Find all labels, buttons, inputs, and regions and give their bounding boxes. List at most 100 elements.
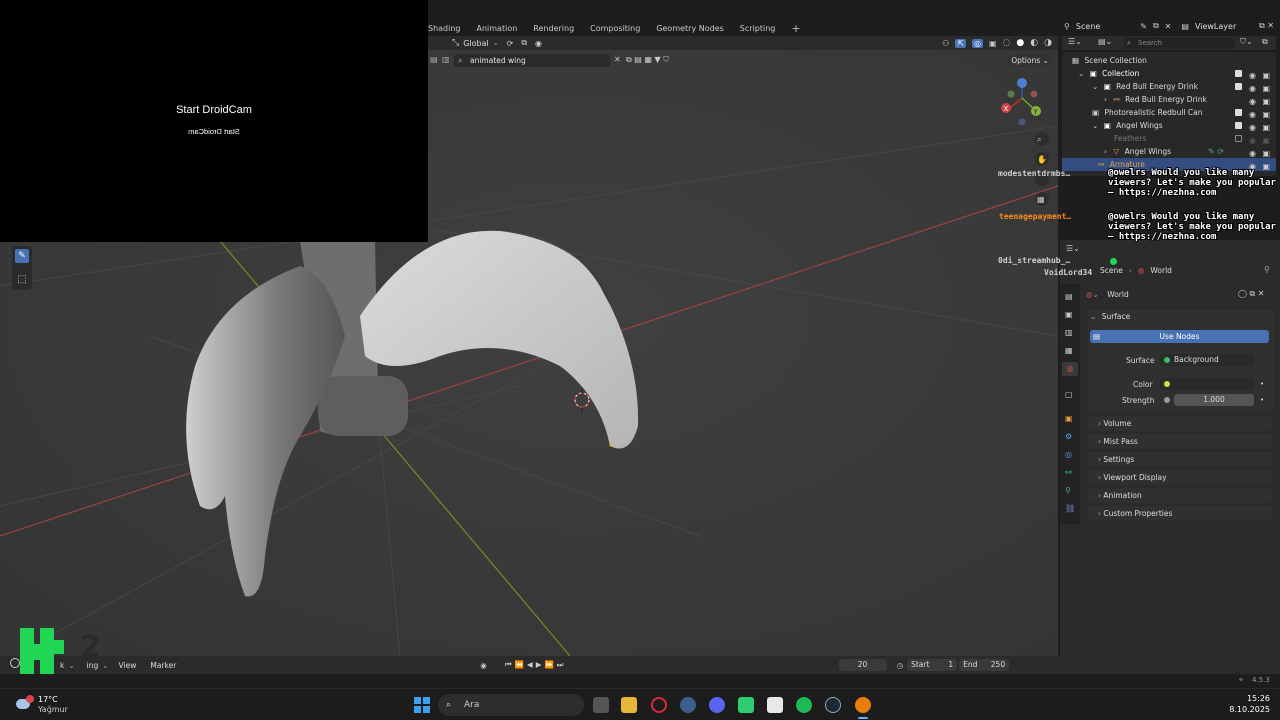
output-tab-icon[interactable]: ▥ bbox=[1065, 328, 1073, 337]
outliner-row[interactable]: Feathers ◉ ▣ bbox=[1062, 132, 1276, 145]
object-data-tab-icon[interactable]: ⚲ bbox=[1065, 486, 1071, 495]
add-workspace-icon[interactable]: + bbox=[791, 22, 800, 35]
expand-arrow-icon[interactable]: ⌄ bbox=[1092, 121, 1098, 130]
exclude-checkbox[interactable] bbox=[1235, 83, 1242, 90]
world-tab-icon[interactable]: ◍ bbox=[1062, 362, 1078, 376]
expand-arrow-icon[interactable]: ⌄ bbox=[1092, 82, 1098, 91]
discord-icon[interactable] bbox=[709, 697, 725, 713]
network-app-icon[interactable] bbox=[680, 697, 696, 713]
physics-tab-icon[interactable]: ⚯ bbox=[1065, 468, 1072, 477]
settings-panel[interactable]: › Settings bbox=[1088, 452, 1272, 467]
outliner-row[interactable]: ▣ Photorealistic Redbull Can ◉ ▣ bbox=[1062, 106, 1276, 119]
snap-icon[interactable]: ⧉ bbox=[521, 38, 527, 48]
filter-icon[interactable]: ⛉⌄ bbox=[1240, 37, 1253, 47]
display-mode-icon[interactable]: ▤⌄ bbox=[1098, 37, 1112, 46]
taskbar-search-input[interactable]: ⌕ Ara bbox=[438, 694, 584, 716]
view-layer-tab-icon[interactable]: ▦ bbox=[1065, 346, 1073, 355]
transform-orientation-select[interactable]: Global bbox=[463, 39, 489, 48]
annotate-tool-icon[interactable]: ✎ bbox=[15, 249, 29, 263]
constraints-tab-icon[interactable]: ⛓ bbox=[1065, 504, 1075, 513]
start-frame-field[interactable]: Start 1 bbox=[907, 659, 958, 671]
surface-shader-select[interactable]: Background bbox=[1160, 354, 1254, 366]
rendered-shading-icon[interactable]: ◑ bbox=[1044, 38, 1052, 48]
outliner-search-input[interactable]: ⌕ Search bbox=[1124, 37, 1234, 49]
tab-scripting[interactable]: Scripting bbox=[740, 24, 776, 33]
solid-shading-icon[interactable]: ● bbox=[1016, 38, 1024, 48]
wireframe-shading-icon[interactable]: ◌ bbox=[1003, 38, 1011, 48]
end-frame-field[interactable]: End 250 bbox=[959, 659, 1010, 671]
remove-scene-icon[interactable]: ✕ bbox=[1165, 22, 1172, 31]
tab-rendering[interactable]: Rendering bbox=[533, 24, 574, 33]
collection-tab-icon[interactable]: ▢ bbox=[1065, 390, 1073, 399]
keyframe-icon[interactable]: • bbox=[1260, 396, 1264, 404]
spotify-icon[interactable] bbox=[796, 697, 812, 713]
material-shading-icon[interactable]: ◐ bbox=[1030, 38, 1038, 48]
color-field[interactable] bbox=[1160, 378, 1254, 390]
exclude-checkbox[interactable] bbox=[1235, 109, 1242, 116]
outliner-row[interactable]: ⌄ ▣ Angel Wings ◉ ▣ bbox=[1062, 119, 1276, 132]
task-view-icon[interactable] bbox=[593, 697, 609, 713]
xray-icon[interactable]: ▣ bbox=[989, 39, 997, 48]
outliner-row[interactable]: › ⚯ Red Bull Energy Drink ◉ ▣ bbox=[1062, 93, 1276, 106]
tab-compositing[interactable]: Compositing bbox=[590, 24, 640, 33]
editor-type-icon[interactable]: ▤ bbox=[430, 55, 438, 64]
gizmo-toggle-icon[interactable]: ⇱ bbox=[955, 38, 967, 48]
new-collection-icon[interactable]: ⧉ bbox=[1262, 37, 1268, 47]
modifier-tab-icon[interactable]: ⚙ bbox=[1065, 432, 1072, 441]
proportional-edit-icon[interactable]: ◉ bbox=[535, 39, 542, 48]
tab-animation[interactable]: Animation bbox=[477, 24, 518, 33]
record-icon[interactable] bbox=[10, 658, 20, 668]
viewport-display-panel[interactable]: › Viewport Display bbox=[1088, 470, 1272, 485]
animation-panel[interactable]: › Animation bbox=[1088, 488, 1272, 503]
outliner-editor-icon[interactable]: ☰⌄ bbox=[1068, 37, 1082, 46]
blender-icon[interactable] bbox=[855, 697, 871, 713]
filter-options-icon[interactable]: ⧉ ▤ ▦ ▼ ⛉ bbox=[626, 55, 669, 65]
expand-arrow-icon[interactable]: ⌄ bbox=[1078, 69, 1084, 78]
mist-pass-panel[interactable]: › Mist Pass bbox=[1088, 434, 1272, 449]
expand-arrow-icon[interactable]: › bbox=[1104, 147, 1107, 156]
tab-geometry-nodes[interactable]: Geometry Nodes bbox=[656, 24, 723, 33]
weather-icon[interactable] bbox=[16, 695, 34, 713]
world-datablock-selector[interactable]: ◍⌄ World bbox=[1086, 289, 1236, 301]
properties-editor-icon[interactable]: ☰⌄ bbox=[1066, 244, 1080, 253]
playback-controls-icon[interactable]: ⏮⏪◀▶⏩⏭ bbox=[505, 660, 567, 670]
visibility-icon[interactable]: ⚇ bbox=[942, 39, 949, 48]
view-icon[interactable]: ▥ bbox=[442, 55, 450, 64]
surface-panel-header[interactable]: ⌄ Surface bbox=[1090, 312, 1130, 321]
clear-search-icon[interactable]: ✕ bbox=[614, 55, 621, 64]
strength-field[interactable]: 1.000 bbox=[1160, 394, 1254, 406]
tool-tab-icon[interactable]: ▤ bbox=[1065, 292, 1073, 301]
custom-properties-panel[interactable]: › Custom Properties bbox=[1088, 506, 1272, 521]
marker-menu[interactable]: Marker bbox=[150, 661, 176, 670]
view-layer-select[interactable]: ViewLayer bbox=[1195, 22, 1236, 31]
steam-icon[interactable] bbox=[825, 697, 841, 713]
expand-arrow-icon[interactable]: › bbox=[1104, 95, 1107, 104]
current-frame-field[interactable]: 20 bbox=[838, 659, 887, 671]
keyframe-icon[interactable]: • bbox=[1260, 380, 1264, 388]
exclude-checkbox[interactable] bbox=[1235, 70, 1242, 77]
outliner-row[interactable]: ▦ Scene Collection bbox=[1062, 54, 1276, 67]
app-white-icon[interactable] bbox=[767, 697, 783, 713]
new-view-layer-icon[interactable]: ⧉ ✕ bbox=[1259, 21, 1274, 31]
tab-shading[interactable]: Shading bbox=[428, 24, 461, 33]
scene-select[interactable]: Scene bbox=[1076, 22, 1100, 31]
exclude-checkbox[interactable] bbox=[1235, 122, 1242, 129]
file-explorer-icon[interactable] bbox=[621, 697, 637, 713]
pin-icon[interactable]: ✎ bbox=[1140, 22, 1147, 31]
auto-keying-icon[interactable]: ◉ bbox=[480, 661, 487, 670]
object-tab-icon[interactable]: ▣ bbox=[1065, 414, 1073, 423]
exclude-checkbox[interactable] bbox=[1235, 135, 1242, 142]
use-nodes-button[interactable]: ▤ Use Nodes bbox=[1090, 330, 1269, 343]
outliner-row[interactable]: ⌄ ▣ Collection ◉ ▣ bbox=[1062, 67, 1276, 80]
outliner-row[interactable]: › ▽ Angel Wings ✎ ⟳ ◉ ▣ bbox=[1062, 145, 1276, 158]
add-cube-tool-icon[interactable]: ⬚ bbox=[15, 273, 29, 287]
view-menu[interactable]: View bbox=[119, 661, 137, 670]
new-scene-icon[interactable]: ⧉ bbox=[1153, 21, 1159, 31]
overlay-toggle-icon[interactable]: ◎ bbox=[972, 38, 983, 48]
app-green-icon[interactable] bbox=[738, 697, 754, 713]
pivot-icon[interactable]: ⟳ bbox=[507, 39, 514, 48]
outliner-row[interactable]: ⌄ ▣ Red Bull Energy Drink ◉ ▣ bbox=[1062, 80, 1276, 93]
volume-panel[interactable]: › Volume bbox=[1088, 416, 1272, 431]
render-tab-icon[interactable]: ▣ bbox=[1065, 310, 1073, 319]
windows-start-icon[interactable] bbox=[414, 697, 430, 713]
